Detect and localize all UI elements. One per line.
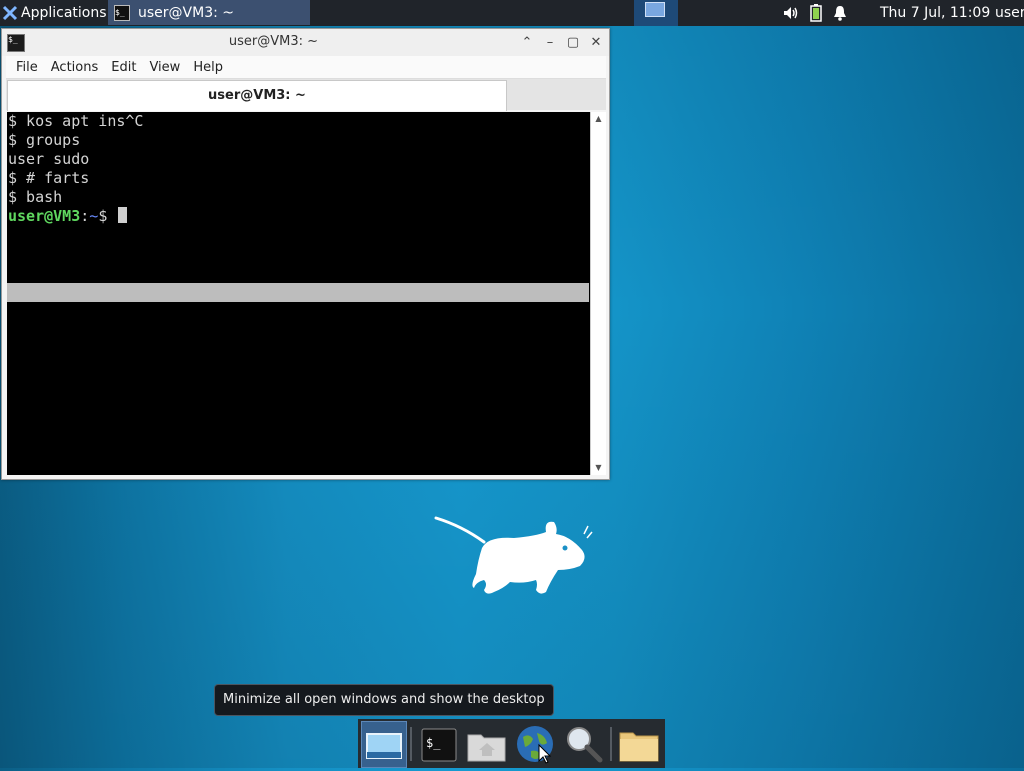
xfce-logo-icon — [2, 5, 18, 21]
show-desktop-button[interactable] — [361, 721, 407, 768]
prompt-path: ~ — [89, 207, 99, 225]
svg-text:$_: $_ — [426, 736, 441, 750]
taskbar-terminal-button[interactable]: $_ user@VM3: ~ — [108, 0, 310, 25]
web-browser-globe-icon — [517, 726, 553, 764]
system-tray — [782, 0, 858, 26]
menu-help[interactable]: Help — [193, 60, 223, 75]
scroll-up-arrow-icon[interactable]: ▲ — [591, 112, 606, 126]
window-titlebar[interactable]: $_ user@VM3: ~ ⌃ – ▢ ✕ — [2, 29, 609, 56]
home-folder-icon — [467, 734, 506, 762]
battery-icon[interactable] — [810, 4, 822, 22]
dock-separator — [410, 727, 412, 761]
scroll-down-arrow-icon[interactable]: ▼ — [591, 461, 606, 475]
terminal-line: $ # farts — [8, 169, 90, 187]
prompt-colon: : — [80, 207, 90, 225]
applications-label: Applications — [21, 5, 107, 21]
menu-view[interactable]: View — [149, 60, 180, 75]
terminal-line: $ bash — [8, 188, 63, 206]
show-desktop-icon — [366, 733, 402, 759]
dock-separator — [610, 727, 612, 761]
menu-file[interactable]: File — [16, 60, 38, 75]
tooltip: Minimize all open windows and show the d… — [214, 684, 554, 716]
terminal-line: $ kos apt ins^C — [8, 112, 144, 130]
taskbar-terminal-label: user@VM3: ~ — [138, 4, 234, 21]
prompt-symbol: $ — [98, 207, 108, 225]
vertical-scrollbar[interactable]: ▲ ▼ — [590, 112, 606, 475]
clock[interactable]: Thu 7 Jul, 11:09 — [880, 0, 990, 26]
terminal-icon: $_ — [114, 4, 130, 21]
terminal-prompt: user@VM3:~$ — [7, 207, 590, 226]
notification-bell-icon[interactable] — [832, 5, 848, 21]
web-browser-launcher[interactable] — [513, 721, 557, 766]
file-manager-launcher[interactable] — [618, 721, 662, 766]
text-cursor — [118, 207, 128, 223]
app-finder-launcher[interactable] — [562, 721, 606, 766]
terminal-launcher-icon: $_ — [421, 728, 457, 762]
window-title: user@VM3: ~ — [228, 34, 319, 49]
top-panel: Applications $_ user@VM3: ~ Thu 7 Jul, 1… — [0, 0, 1024, 26]
prompt-user-host: user@VM3 — [8, 207, 81, 225]
home-folder-launcher[interactable] — [465, 721, 509, 766]
xfce-mouse-logo — [434, 516, 593, 594]
bottom-dock: $_ — [358, 719, 665, 768]
user-menu[interactable]: user — [995, 0, 1024, 26]
volume-icon[interactable] — [782, 5, 800, 21]
terminal-window: $_ user@VM3: ~ ⌃ – ▢ ✕ File Actions Edit… — [1, 28, 610, 480]
terminal-launcher[interactable]: $_ — [418, 721, 462, 766]
minimize-button[interactable]: – — [541, 34, 559, 52]
maximize-button[interactable]: ▢ — [564, 34, 582, 52]
tab-bar: user@VM3: ~ — [6, 78, 606, 111]
menu-actions[interactable]: Actions — [51, 60, 99, 75]
magnifier-search-icon — [567, 727, 603, 763]
terminal-line: $ groups — [8, 131, 81, 149]
selection-highlight-bar — [7, 283, 589, 302]
folder-icon — [619, 732, 659, 762]
workspace-switcher[interactable] — [634, 0, 678, 26]
terminal-line: user sudo — [8, 150, 90, 168]
tab-terminal[interactable]: user@VM3: ~ — [7, 80, 507, 111]
close-button[interactable]: ✕ — [587, 34, 605, 52]
workspace-1[interactable] — [645, 2, 665, 17]
menu-bar: File Actions Edit View Help — [6, 56, 606, 78]
menu-edit[interactable]: Edit — [111, 60, 136, 75]
shade-up-icon[interactable]: ⌃ — [518, 34, 536, 52]
applications-menu-button[interactable]: Applications — [2, 0, 107, 26]
terminal-output[interactable]: $ kos apt ins^C $ groups user sudo $ # f… — [7, 112, 590, 475]
